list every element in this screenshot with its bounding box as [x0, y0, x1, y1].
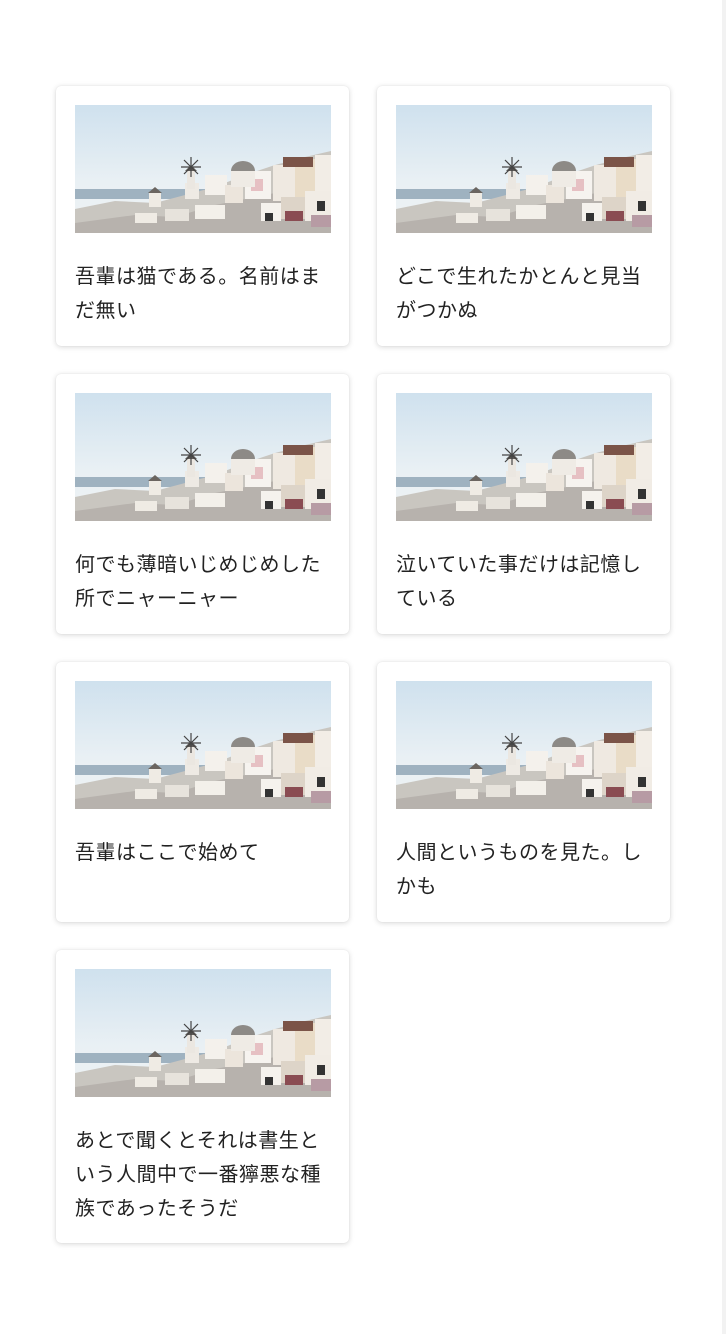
scrollbar-track[interactable] — [722, 0, 726, 1334]
card[interactable]: 吾輩はここで始めて — [56, 662, 349, 922]
card[interactable]: 泣いていた事だけは記憶している — [377, 374, 670, 634]
card[interactable]: 人間というものを見た。しかも — [377, 662, 670, 922]
santorini-photo — [396, 681, 652, 809]
santorini-photo — [396, 105, 652, 233]
card-caption: 何でも薄暗いじめじめした所でニャーニャー — [75, 552, 321, 610]
santorini-photo — [75, 105, 331, 233]
card[interactable]: 吾輩は猫である。名前はまだ無い — [56, 86, 349, 346]
santorini-photo — [75, 393, 331, 521]
card[interactable]: どこで生れたかとんと見当がつかぬ — [377, 86, 670, 346]
card-caption: 吾輩はここで始めて — [75, 840, 260, 864]
santorini-photo — [396, 393, 652, 521]
card-caption: 人間というものを見た。しかも — [396, 840, 642, 898]
card-grid: 吾輩は猫である。名前はまだ無い どこで生れたかとんと見当がつかぬ 何でも薄暗いじ… — [56, 86, 670, 1243]
card[interactable]: 何でも薄暗いじめじめした所でニャーニャー — [56, 374, 349, 634]
santorini-photo — [75, 969, 331, 1097]
card-caption: 吾輩は猫である。名前はまだ無い — [75, 264, 321, 322]
card-caption: あとで聞くとそれは書生という人間中で一番獰悪な種族であったそうだ — [75, 1128, 321, 1220]
card[interactable]: あとで聞くとそれは書生という人間中で一番獰悪な種族であったそうだ — [56, 950, 349, 1243]
card-caption: どこで生れたかとんと見当がつかぬ — [396, 264, 642, 322]
santorini-photo — [75, 681, 331, 809]
card-caption: 泣いていた事だけは記憶している — [396, 552, 642, 610]
